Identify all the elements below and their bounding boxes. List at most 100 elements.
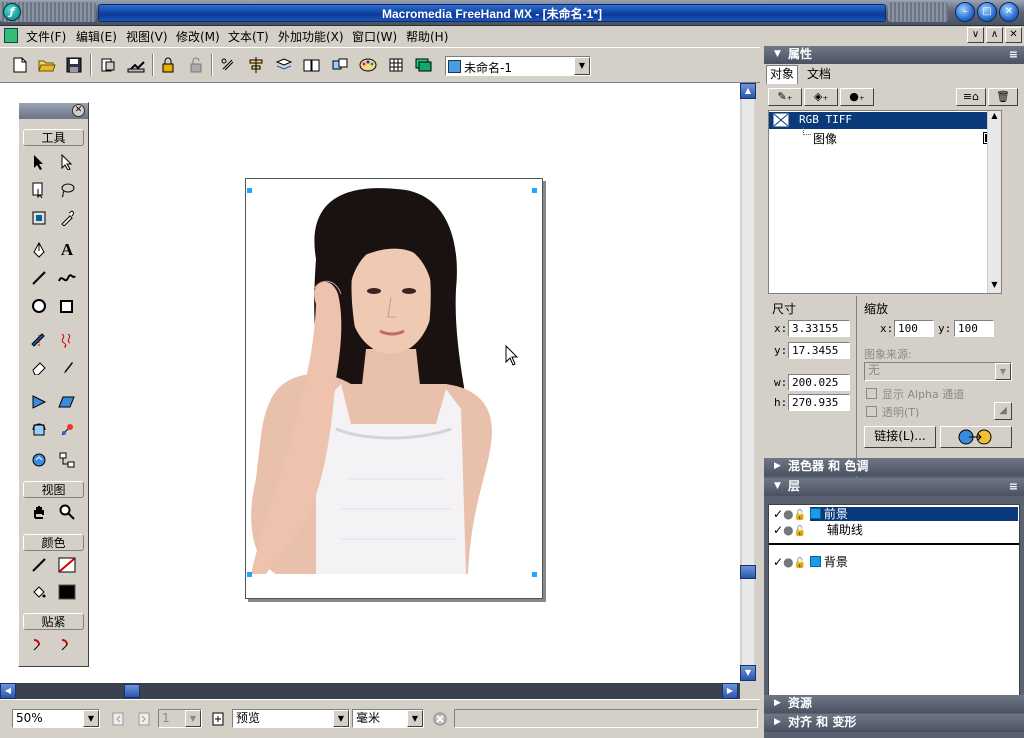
new-file-icon[interactable] — [10, 55, 30, 75]
align-icon[interactable] — [246, 55, 266, 75]
zoom-select[interactable]: 50% ▼ — [12, 709, 100, 728]
next-page-icon[interactable] — [134, 709, 154, 729]
dot-icon[interactable]: ● — [783, 555, 793, 569]
document-icon[interactable] — [4, 28, 18, 43]
lock-icon[interactable] — [158, 55, 178, 75]
lasso-tool-icon[interactable] — [56, 179, 78, 201]
menu-help[interactable]: 帮助(H) — [406, 28, 448, 45]
link-button[interactable]: 链接(L)... — [864, 426, 936, 448]
selection-handle[interactable] — [247, 572, 252, 577]
units-select[interactable]: 毫米 ▼ — [352, 709, 424, 728]
menu-xtras[interactable]: 外加功能(X) — [278, 28, 344, 45]
layers-panel-header[interactable]: ▼ 层 ≡ — [764, 478, 1024, 496]
page-tool-icon[interactable] — [28, 179, 50, 201]
styles-icon[interactable] — [330, 55, 350, 75]
rotate-tool-icon[interactable] — [28, 419, 50, 441]
object-list[interactable]: RGB TIFF 图像 ▲ ▼ — [768, 110, 1002, 294]
dot-icon[interactable]: ● — [783, 523, 793, 537]
expand-triangle-icon[interactable]: ▼ — [774, 46, 781, 63]
pencil-tool-icon[interactable] — [56, 267, 78, 289]
tab-object[interactable]: 对象 — [766, 65, 799, 84]
duplicate-button[interactable]: ≡⌂ — [956, 88, 986, 106]
line-tool-icon[interactable] — [28, 267, 50, 289]
image-source-select[interactable]: 无 ▼ — [864, 362, 1012, 381]
subselect-tool-icon[interactable] — [56, 151, 78, 173]
menu-file[interactable]: 文件(F) — [26, 28, 66, 45]
add-fill-button[interactable]: ◈₊ — [804, 88, 838, 106]
add-effect-button[interactable]: ●₊ — [840, 88, 874, 106]
lock-icon[interactable]: 🔓 — [794, 558, 806, 569]
menu-modify[interactable]: 修改(M) — [176, 28, 220, 45]
chevron-down-icon[interactable]: ▼ — [995, 363, 1011, 380]
fill-color-swatch[interactable] — [56, 581, 78, 603]
show-alpha-checkbox[interactable] — [866, 388, 877, 399]
envelope-tool-icon[interactable] — [56, 419, 78, 441]
color-palette-icon[interactable] — [358, 55, 378, 75]
page-select[interactable]: 1 ▼ — [158, 709, 202, 728]
maximize-button[interactable]: □ — [977, 2, 997, 22]
panel-options-icon[interactable]: ≡ — [1009, 478, 1018, 495]
transparent-checkbox[interactable] — [866, 406, 877, 417]
visibility-check-icon[interactable]: ✓ — [773, 523, 783, 537]
rectangle-tool-icon[interactable] — [56, 295, 78, 317]
layer-row-foreground[interactable]: ✓●🔓 前景 — [769, 507, 1019, 523]
eraser-tool-icon[interactable] — [28, 357, 50, 379]
snap-to-point-icon[interactable] — [28, 633, 50, 655]
mdi-minimize-button[interactable]: ∨ — [967, 27, 984, 43]
list-scrollbar[interactable]: ▲ ▼ — [987, 111, 1001, 293]
transform-icon[interactable] — [218, 55, 238, 75]
open-folder-icon[interactable] — [37, 55, 57, 75]
layer-row-guides[interactable]: ✓●🔓 辅助线 — [769, 523, 1019, 539]
layer-color-swatch[interactable] — [809, 556, 821, 567]
freeform-tool-icon[interactable] — [56, 329, 78, 351]
document-page[interactable] — [245, 178, 543, 599]
chevron-down-icon[interactable]: ▼ — [185, 710, 201, 727]
menu-text[interactable]: 文本(T) — [228, 28, 269, 45]
layer-row-background[interactable]: ✓●🔓 背景 — [769, 555, 1019, 571]
assets-panel-header[interactable]: ▶ 资源 — [764, 695, 1024, 713]
scroll-right-icon[interactable]: ▶ — [722, 683, 738, 699]
stack-icon[interactable] — [414, 55, 434, 75]
scroll-down-icon[interactable]: ▼ — [988, 280, 1001, 293]
export-icon[interactable] — [126, 55, 146, 75]
minimize-button[interactable]: – — [955, 2, 975, 22]
selection-handle[interactable] — [247, 188, 252, 193]
scroll-thumb[interactable] — [740, 565, 756, 579]
scroll-up-icon[interactable]: ▲ — [740, 83, 756, 99]
visibility-check-icon[interactable]: ✓ — [773, 507, 783, 521]
scroll-down-icon[interactable]: ▼ — [740, 665, 756, 681]
horizontal-scrollbar[interactable]: ◀ ▶ — [0, 683, 740, 699]
layers-icon[interactable] — [274, 55, 294, 75]
import-icon[interactable] — [98, 55, 118, 75]
skew-tool-icon[interactable] — [56, 391, 78, 413]
menu-window[interactable]: 窗口(W) — [352, 28, 397, 45]
stroke-color-swatch[interactable] — [56, 554, 78, 576]
display-mode-select[interactable]: 预览 ▼ — [232, 709, 350, 728]
selection-handle[interactable] — [532, 572, 537, 577]
eyedropper-tool-icon[interactable] — [56, 207, 78, 229]
menu-view[interactable]: 视图(V) — [126, 28, 168, 45]
unlock-icon[interactable] — [186, 55, 206, 75]
height-field[interactable]: 270.935 — [788, 394, 850, 411]
chevron-down-icon[interactable]: ▼ — [407, 710, 423, 727]
perspective-tool-icon[interactable] — [28, 391, 50, 413]
brush-tool-icon[interactable] — [56, 357, 78, 379]
scroll-up-icon[interactable]: ▲ — [988, 111, 1001, 124]
scale-x-field[interactable]: 100 — [894, 320, 934, 337]
trash-icon[interactable]: 🗑 — [988, 88, 1018, 106]
scale-y-field[interactable]: 100 — [954, 320, 994, 337]
chevron-down-icon[interactable]: ▼ — [83, 710, 99, 727]
vertical-scrollbar[interactable]: ▲ ▼ — [740, 83, 756, 681]
placed-image[interactable] — [246, 179, 542, 598]
zoom-tool-icon[interactable] — [56, 501, 78, 523]
edit-image-button[interactable] — [940, 426, 1012, 448]
chevron-down-icon[interactable]: ▼ — [574, 57, 590, 75]
save-disk-icon[interactable] — [64, 55, 84, 75]
y-position-field[interactable]: 17.3455 — [788, 342, 850, 359]
add-page-icon[interactable] — [208, 709, 228, 729]
collapse-triangle-icon[interactable]: ▶ — [774, 458, 781, 475]
swatches-grid-icon[interactable] — [386, 55, 406, 75]
dot-icon[interactable]: ● — [783, 507, 793, 521]
tab-document[interactable]: 文档 — [804, 66, 834, 85]
mdi-restore-button[interactable]: ∧ — [986, 27, 1003, 43]
